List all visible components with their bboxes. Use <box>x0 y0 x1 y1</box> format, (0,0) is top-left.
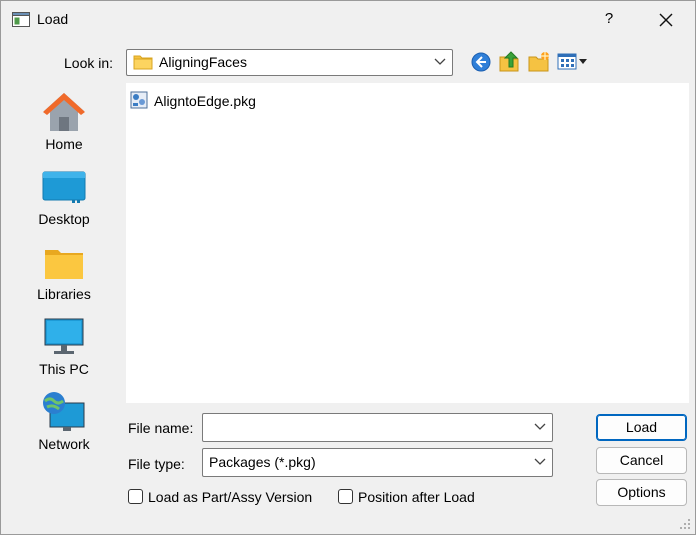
place-libraries[interactable]: Libraries <box>12 239 116 309</box>
place-label: Network <box>38 436 90 452</box>
checkbox-label: Load as Part/Assy Version <box>148 489 313 505</box>
file-list[interactable]: AligntoEdge.pkg <box>126 83 689 403</box>
view-menu-icon[interactable] <box>557 51 589 73</box>
cancel-button[interactable]: Cancel <box>596 447 687 474</box>
new-folder-icon[interactable] <box>527 51 551 73</box>
up-folder-icon[interactable] <box>498 51 522 73</box>
chevron-down-icon <box>534 458 546 465</box>
libraries-icon <box>45 250 83 279</box>
help-button[interactable]: ? <box>597 7 621 31</box>
place-this-pc[interactable]: This PC <box>12 314 116 384</box>
home-icon <box>43 93 85 131</box>
resize-grip-icon[interactable] <box>679 518 691 530</box>
file-type-label: File type: <box>128 456 185 472</box>
file-type-dropdown[interactable]: Packages (*.pkg) <box>202 448 553 477</box>
network-icon <box>43 392 85 431</box>
look-in-dropdown[interactable]: AligningFaces <box>126 49 453 76</box>
chevron-down-icon <box>434 58 446 65</box>
place-home[interactable]: Home <box>12 89 116 159</box>
options-button[interactable]: Options <box>596 479 687 506</box>
place-label: Home <box>45 136 83 152</box>
this-pc-icon <box>44 318 84 354</box>
window-title: Load <box>37 11 69 27</box>
place-desktop[interactable]: Desktop <box>12 164 116 234</box>
desktop-icon <box>42 171 86 203</box>
file-name-input[interactable] <box>202 413 553 442</box>
file-name-label: File name: <box>128 420 194 436</box>
file-name: AligntoEdge.pkg <box>154 93 256 109</box>
look-in-label: Look in: <box>64 55 114 71</box>
checkbox-label: Position after Load <box>358 489 475 505</box>
checkbox-box[interactable] <box>128 489 143 504</box>
back-icon[interactable] <box>469 51 493 73</box>
checkbox-box[interactable] <box>338 489 353 504</box>
look-in-value: AligningFaces <box>159 54 247 70</box>
load-dialog: Load ? Look in: AligningFaces Home Deskt… <box>0 0 696 535</box>
places-sidebar: Home Desktop Libraries This PC Network <box>12 83 116 483</box>
chevron-down-icon[interactable] <box>534 422 546 432</box>
app-window-icon <box>12 12 30 27</box>
folder-icon <box>133 55 153 70</box>
place-network[interactable]: Network <box>12 389 116 459</box>
place-label: Desktop <box>38 211 90 227</box>
close-icon[interactable] <box>653 7 679 33</box>
load-button[interactable]: Load <box>596 414 687 441</box>
title-bar: Load ? <box>1 1 695 39</box>
package-file-icon <box>130 91 148 109</box>
place-label: This PC <box>39 361 89 377</box>
file-type-value: Packages (*.pkg) <box>209 454 316 470</box>
place-label: Libraries <box>37 286 91 302</box>
